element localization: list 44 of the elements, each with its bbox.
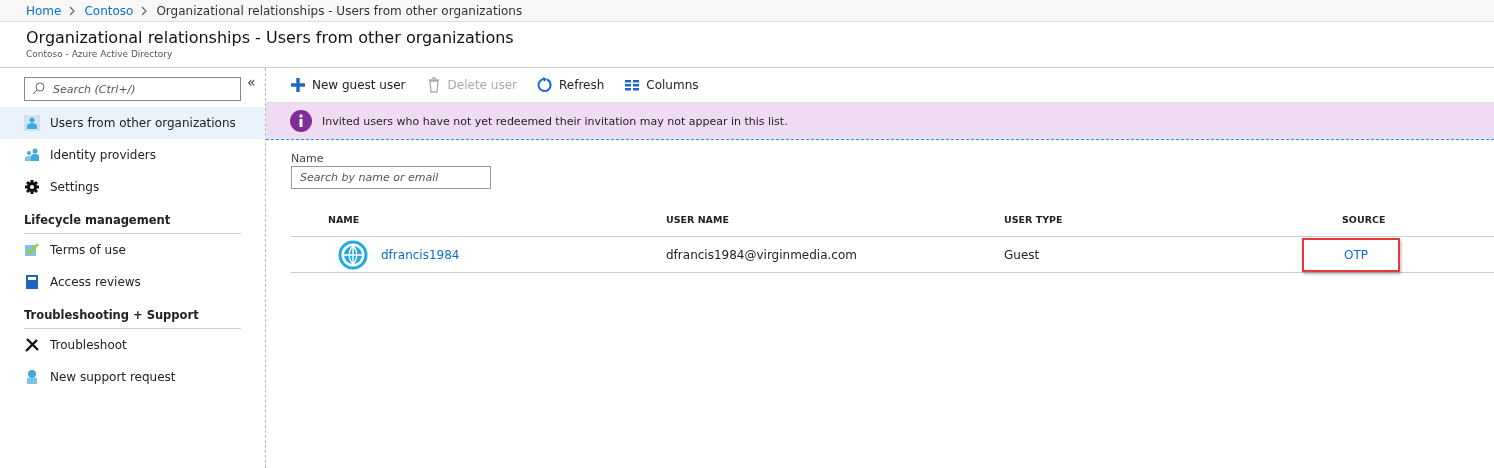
sidebar-item[interactable]: Identity providers: [0, 139, 265, 171]
breadcrumb-current: Organizational relationships - Users from other organizations: [156, 3, 523, 18]
page-subtitle: Contoso - Azure Active Directory: [26, 49, 174, 59]
checkbox-icon: [24, 242, 40, 258]
section-heading: Lifecycle management: [24, 209, 241, 234]
column-header: NAME: [328, 214, 360, 225]
toolbar-button[interactable]: Refresh: [536, 77, 605, 93]
chevron-icon: [69, 5, 77, 16]
sidebar-item[interactable]: Settings: [0, 171, 265, 203]
support-icon: [24, 369, 40, 385]
source-link[interactable]: OTP: [1302, 237, 1400, 272]
globe-icon: [338, 239, 368, 270]
sidebar-item[interactable]: Terms of use: [0, 234, 265, 266]
toolbar-button[interactable]: Columns: [624, 77, 699, 93]
sidebar-item[interactable]: Troubleshoot: [0, 329, 265, 361]
column-header: SOURCE: [1342, 214, 1386, 225]
sidebar-item[interactable]: Users from other organizations: [0, 107, 265, 139]
user-link[interactable]: dfrancis1984: [381, 247, 460, 262]
column-header: USER NAME: [666, 214, 729, 225]
search-field[interactable]: Search (Ctrl+/): [24, 77, 241, 101]
page-title: Organizational relationships - Users from other organizations: [26, 28, 515, 47]
plus-icon: [290, 77, 306, 93]
search-field[interactable]: Search by name or email: [291, 166, 491, 189]
users-icon: [24, 147, 40, 163]
banner-text: Invited users who have not yet redeemed their invitation may not appear in this list.: [322, 114, 788, 128]
refresh-icon: [536, 77, 553, 93]
user-icon: [24, 115, 40, 131]
toolbar-button[interactable]: New guest user: [290, 77, 406, 93]
sidebar-item[interactable]: New support request: [0, 361, 265, 393]
collapse-button[interactable]: «: [247, 77, 256, 87]
book-icon: [24, 274, 40, 290]
section-heading: Troubleshooting + Support: [24, 304, 241, 329]
chevron-icon: [141, 5, 149, 16]
sidebar-item[interactable]: Access reviews: [0, 266, 265, 298]
settings-icon: [24, 179, 40, 195]
info-icon: [290, 110, 312, 132]
breadcrumb-link[interactable]: Home: [26, 3, 62, 18]
tools-icon: [24, 337, 40, 353]
breadcrumb-link[interactable]: Contoso: [84, 3, 134, 18]
columns-icon: [624, 77, 641, 93]
column-header: USER TYPE: [1004, 214, 1063, 225]
table-cell: dfrancis1984@virginmedia.com: [666, 247, 857, 262]
table-cell: Guest: [1004, 247, 1040, 262]
field-label: Name: [291, 152, 325, 165]
